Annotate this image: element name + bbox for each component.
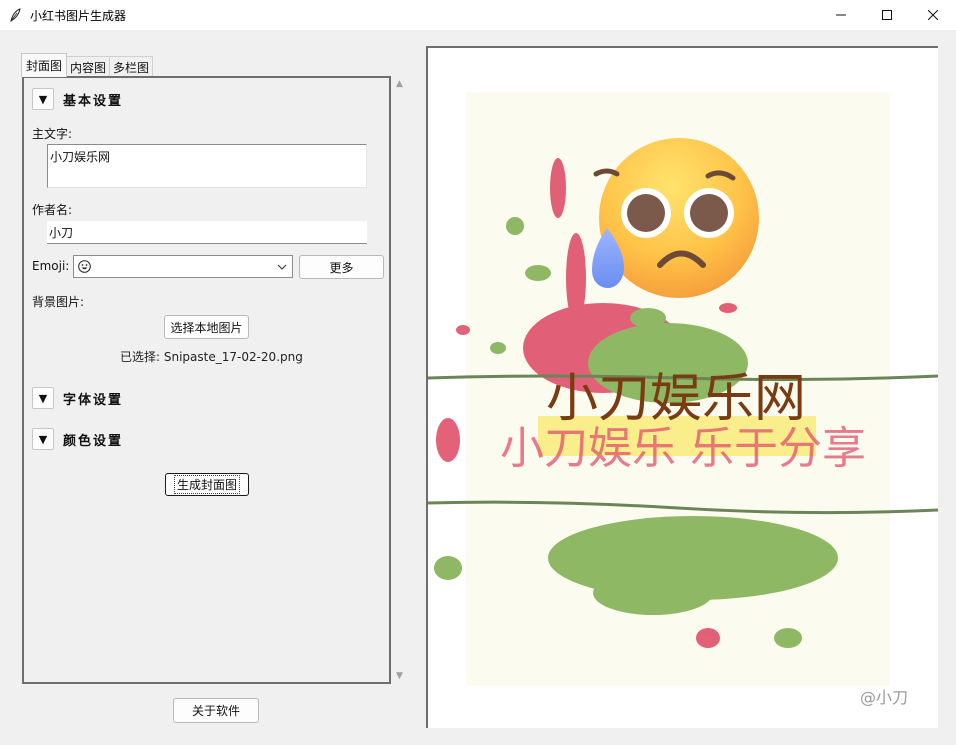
cover-preview: 小刀娱乐 乐于分享 小刀娱乐网 @小刀 <box>426 46 938 728</box>
scroll-up-icon[interactable]: ▲ <box>396 79 403 89</box>
tab-content[interactable]: 内容图 <box>66 56 111 77</box>
title-bar: 小红书图片生成器 <box>0 0 956 30</box>
emoji-select[interactable] <box>73 255 293 278</box>
generate-cover-button[interactable]: 生成封面图 <box>165 473 249 496</box>
about-label: 关于软件 <box>191 704 240 718</box>
font-settings-title: 字体设置 <box>63 392 124 408</box>
more-emoji-button[interactable]: 更多 <box>299 255 384 279</box>
basic-settings-title: 基本设置 <box>63 93 124 109</box>
more-emoji-label: 更多 <box>329 260 354 275</box>
tab-label: 内容图 <box>70 60 107 75</box>
tab-bar: 封面图 内容图 多栏图 <box>21 53 154 77</box>
author-input[interactable]: 小刀 <box>47 221 367 244</box>
generate-cover-label: 生成封面图 <box>173 475 241 494</box>
emoji-label: Emoji: <box>32 259 70 273</box>
close-icon <box>928 10 938 20</box>
choose-local-image-button[interactable]: 选择本地图片 <box>164 315 249 339</box>
grinning-face-icon <box>78 260 91 273</box>
chevron-down-icon[interactable] <box>272 264 292 270</box>
color-settings-header: ▼ 颜色设置 <box>32 428 123 450</box>
scroll-down-icon[interactable]: ▼ <box>396 671 403 681</box>
tab-label: 多栏图 <box>113 60 150 75</box>
about-button[interactable]: 关于软件 <box>173 698 259 723</box>
font-settings-header: ▼ 字体设置 <box>32 387 123 409</box>
maximize-button[interactable] <box>864 0 910 30</box>
basic-settings-header: ▼ 基本设置 <box>32 88 123 110</box>
tab-cover[interactable]: 封面图 <box>21 53 68 77</box>
settings-scrollbar[interactable]: ▲ ▼ <box>393 77 407 683</box>
emoji-select-value <box>74 260 272 273</box>
choose-local-image-label: 选择本地图片 <box>170 320 243 335</box>
background-text: 小刀娱乐 乐于分享 <box>500 423 866 474</box>
color-settings-toggle[interactable]: ▼ <box>32 428 54 450</box>
window-edge <box>938 46 956 728</box>
tab-label: 封面图 <box>26 59 63 73</box>
tab-multicolumn[interactable]: 多栏图 <box>109 56 154 77</box>
main-text-label: 主文字: <box>32 127 73 141</box>
author-watermark: @小刀 <box>860 688 908 707</box>
maximize-icon <box>882 10 892 20</box>
basic-settings-toggle[interactable]: ▼ <box>32 88 54 110</box>
main-text-input[interactable]: 小刀娱乐网 <box>47 144 367 188</box>
cover-settings-panel: ▼ 基本设置 主文字: 小刀娱乐网 作者名: 小刀 Emoji: 更多 背景图片… <box>22 76 391 684</box>
font-settings-toggle[interactable]: ▼ <box>32 387 54 409</box>
preview-main-text: 小刀娱乐网 <box>546 369 806 429</box>
close-button[interactable] <box>910 0 956 30</box>
minimize-button[interactable] <box>818 0 864 30</box>
window-controls <box>818 0 956 30</box>
color-settings-title: 颜色设置 <box>63 433 124 449</box>
background-image-label: 背景图片: <box>32 295 85 309</box>
minimize-icon <box>836 14 846 16</box>
preview-image: 小刀娱乐 乐于分享 小刀娱乐网 @小刀 <box>428 48 938 728</box>
window-title: 小红书图片生成器 <box>30 8 127 23</box>
author-label: 作者名: <box>32 203 73 217</box>
feather-icon <box>0 8 30 22</box>
selected-file-text: 已选择: Snipaste_17-02-20.png <box>120 350 303 364</box>
